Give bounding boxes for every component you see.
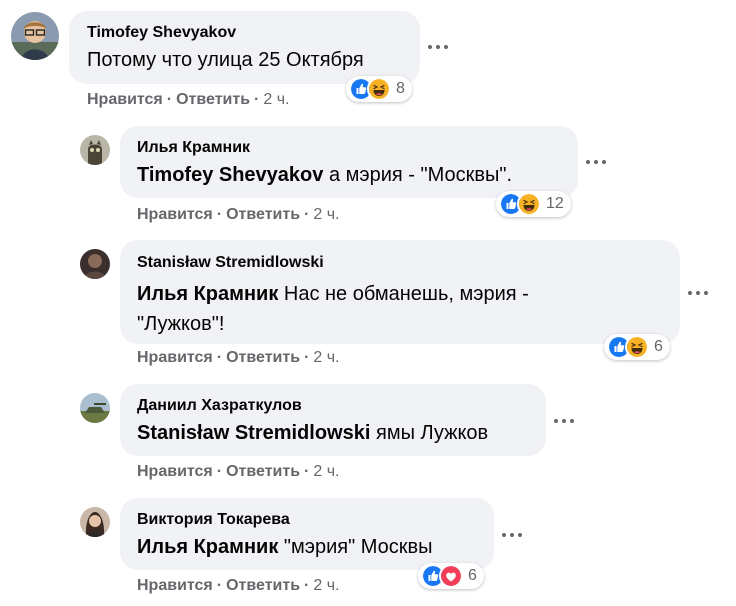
mention-link[interactable]: Илья Крамник (137, 536, 278, 558)
reply-action[interactable]: Ответить (226, 577, 300, 594)
love-reaction-icon (439, 564, 463, 588)
avatar[interactable] (80, 249, 110, 279)
comment-actions: Нравится · Ответить · 2 ч. (137, 463, 340, 480)
reply-action[interactable]: Ответить (226, 463, 300, 480)
more-options-icon[interactable] (581, 152, 611, 172)
comment-body: ямы Лужков (375, 422, 489, 444)
reaction-count: 8 (396, 80, 405, 97)
comment-text: Илья Крамник Нас не обманешь, мэрия - "Л… (137, 279, 677, 339)
reactions-summary[interactable]: 6 (604, 334, 670, 360)
more-options-icon[interactable] (549, 411, 579, 431)
avatar[interactable] (80, 393, 110, 423)
mention-link[interactable]: Stanisław Stremidlowski (137, 422, 370, 444)
haha-reaction-icon (517, 192, 541, 216)
mention-link[interactable]: Илья Крамник (137, 283, 278, 305)
reaction-count: 6 (468, 567, 477, 584)
comment-actions: Нравится · Ответить · 2 ч. (137, 206, 340, 223)
comment-actions: Нравится · Ответить · 2 ч. (137, 349, 340, 366)
comment-actions: Нравится · Ответить · 2 ч. (87, 91, 290, 108)
timestamp[interactable]: 2 ч. (313, 463, 339, 480)
comment-bubble (69, 11, 420, 84)
reactions-summary[interactable]: 12 (496, 191, 571, 217)
comment-author[interactable]: Илья Крамник (137, 139, 250, 157)
reply-action[interactable]: Ответить (176, 91, 250, 108)
more-options-icon[interactable] (423, 37, 453, 57)
timestamp[interactable]: 2 ч. (313, 349, 339, 366)
haha-reaction-icon (367, 77, 391, 101)
comment-author[interactable]: Timofey Shevyakov (87, 24, 236, 42)
comment-bubble (120, 126, 578, 198)
timestamp[interactable]: 2 ч. (263, 91, 289, 108)
comment-1: Timofey Shevyakov Потому что улица 25 Ок… (0, 0, 736, 120)
mention-link[interactable]: Timofey Shevyakov (137, 164, 323, 186)
comment-body: "мэрия" Москвы (283, 536, 433, 558)
avatar[interactable] (80, 135, 110, 165)
comment-body-line2: "Лужков"! (137, 313, 225, 335)
reaction-count: 12 (546, 195, 564, 212)
reactions-summary[interactable]: 6 (418, 563, 484, 589)
comment-bubble (120, 498, 494, 570)
more-options-icon[interactable] (497, 525, 527, 545)
timestamp[interactable]: 2 ч. (313, 577, 339, 594)
comment-author[interactable]: Виктория Токарева (137, 511, 290, 529)
comment-text: Илья Крамник "мэрия" Москвы (137, 536, 432, 559)
more-options-icon[interactable] (683, 283, 713, 303)
timestamp[interactable]: 2 ч. (313, 206, 339, 223)
reply-action[interactable]: Ответить (226, 349, 300, 366)
comment-bubble (120, 384, 546, 456)
comment-body: а мэрия - "Москвы". (328, 164, 512, 186)
comment-text: Потому что улица 25 Октября (87, 49, 364, 72)
haha-reaction-icon (625, 335, 649, 359)
comment-author[interactable]: Stanisław Stremidlowski (137, 254, 324, 272)
like-action[interactable]: Нравится (137, 206, 213, 223)
like-action[interactable]: Нравится (87, 91, 163, 108)
like-action[interactable]: Нравится (137, 349, 213, 366)
comment-author[interactable]: Даниил Хазраткулов (137, 397, 302, 415)
reaction-count: 6 (654, 338, 663, 355)
reactions-summary[interactable]: 8 (346, 76, 412, 102)
comment-text: Timofey Shevyakov а мэрия - "Москвы". (137, 164, 512, 187)
avatar[interactable] (80, 507, 110, 537)
comment-actions: Нравится · Ответить · 2 ч. (137, 577, 340, 594)
like-action[interactable]: Нравится (137, 577, 213, 594)
reply-action[interactable]: Ответить (226, 206, 300, 223)
comment-text: Stanisław Stremidlowski ямы Лужков (137, 422, 488, 445)
like-action[interactable]: Нравится (137, 463, 213, 480)
comment-body: Потому что улица 25 Октября (87, 49, 364, 71)
comment-body: Нас не обманешь, мэрия - (283, 283, 529, 305)
avatar[interactable] (11, 12, 59, 60)
